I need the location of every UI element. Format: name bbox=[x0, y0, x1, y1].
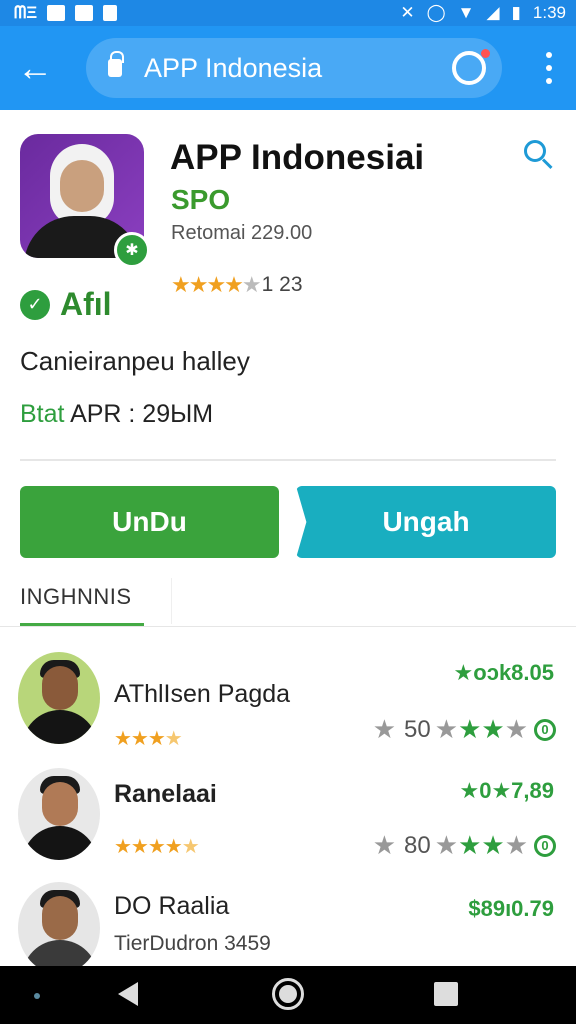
notification-icon-3 bbox=[103, 5, 118, 21]
star-gray-icon: ★ bbox=[504, 830, 528, 860]
avatar bbox=[18, 768, 100, 860]
wifi-icon: ▼ bbox=[457, 3, 475, 22]
search-icon[interactable] bbox=[524, 140, 554, 170]
verified-row: ✓ Afıl bbox=[20, 286, 112, 323]
verified-label: Afıl bbox=[60, 286, 112, 322]
review-price: $89ı0.79 bbox=[468, 896, 554, 921]
review-price: ★oɔk8.05 bbox=[453, 660, 554, 685]
status-bar: ᗰΞ ✕ ◯ ▼ ◢ ▮ 1:39 bbox=[0, 0, 576, 26]
check-circle-icon: ✓ bbox=[20, 289, 50, 320]
app-meta: Retomai 229.00 bbox=[171, 222, 313, 244]
reviewer-name: AThlIsen Pagda bbox=[114, 680, 291, 708]
badge-circle-icon: 0 bbox=[534, 718, 556, 741]
star-gray-icon: ★ bbox=[372, 830, 397, 860]
back-arrow-icon[interactable]: ← bbox=[0, 26, 70, 110]
rating-number: 50 bbox=[404, 715, 431, 743]
update-button[interactable]: Ungah bbox=[296, 486, 556, 558]
star-rating-icon: ★★★★ bbox=[114, 728, 183, 750]
tab-separator bbox=[150, 578, 172, 624]
rating-number: 80 bbox=[404, 831, 431, 859]
review-rating: ★ 80 ★ ★★ ★ 0 bbox=[373, 830, 556, 861]
nav-recents-icon[interactable] bbox=[434, 982, 458, 1006]
mute-icon: ✕ bbox=[400, 3, 415, 22]
url-text: APP Indonesia bbox=[144, 52, 323, 83]
download-button[interactable]: UnDu bbox=[20, 486, 279, 558]
developer-name[interactable]: SPO bbox=[171, 184, 230, 216]
tab-reviews[interactable]: INGHNNIS bbox=[20, 584, 132, 610]
star-gray-icon: ★ bbox=[372, 714, 397, 744]
battery-icon: ▮ bbox=[511, 3, 521, 22]
star-green-icon: ★★ bbox=[458, 714, 505, 744]
nav-home-icon[interactable] bbox=[272, 978, 304, 1010]
rating-row: ★★★★ ★ 1 23 bbox=[171, 272, 303, 298]
verified-badge-icon: ✱ bbox=[114, 232, 150, 268]
size-value: APR : 29ЫM bbox=[70, 400, 214, 428]
url-bar[interactable]: APP Indonesia bbox=[86, 38, 502, 98]
avatar bbox=[18, 652, 100, 744]
star-empty-icon: ★ bbox=[241, 272, 262, 297]
rating-count: 1 23 bbox=[261, 273, 303, 296]
star-rating-icon: ★★★★★ bbox=[114, 836, 200, 858]
more-options-icon[interactable] bbox=[546, 52, 552, 84]
notification-icon bbox=[47, 5, 66, 21]
size-key: Btat bbox=[20, 400, 65, 428]
divider bbox=[20, 459, 556, 461]
signal-icon: ◢ bbox=[486, 3, 500, 22]
review-price: ★0★7,89 bbox=[459, 778, 555, 803]
review-subtitle: TierDudron 3459 bbox=[114, 932, 271, 955]
star-green-icon: ★★ bbox=[458, 830, 505, 860]
app-title: APP Indonesiai bbox=[170, 138, 425, 177]
nav-back-icon[interactable] bbox=[118, 982, 138, 1006]
lock-icon bbox=[108, 51, 124, 77]
clock: 1:39 bbox=[532, 3, 566, 22]
star-gray-icon: ★ bbox=[434, 830, 459, 860]
tab-divider bbox=[0, 626, 576, 627]
browser-toolbar: ← APP Indonesia bbox=[0, 26, 576, 110]
app-size: Btat APR : 29ЫM bbox=[20, 400, 213, 429]
app-description: Canieiranpeu halley bbox=[20, 346, 250, 376]
nav-dot-icon bbox=[34, 993, 40, 999]
review-rating: ★ 50 ★ ★★ ★ 0 bbox=[373, 714, 556, 745]
badge-circle-icon: 0 bbox=[534, 834, 556, 857]
review-item[interactable]: AThlIsen Pagda ★★★★ ★oɔk8.05 ★ 50 ★ ★★ ★… bbox=[0, 652, 576, 762]
alarm-icon: ◯ bbox=[426, 3, 446, 22]
reviewer-name: Ranelaai bbox=[114, 780, 217, 808]
star-gray-icon: ★ bbox=[504, 714, 528, 744]
avatar bbox=[18, 882, 100, 974]
notification-icon-2 bbox=[75, 5, 94, 21]
shield-icon[interactable] bbox=[452, 49, 490, 85]
app-header: ✱ APP Indonesiai SPO Retomai 229.00 ★★★★… bbox=[0, 110, 576, 460]
star-rating-icon: ★★★★ bbox=[171, 272, 244, 297]
reviewer-name: DO Raalia bbox=[114, 892, 230, 920]
system-nav-bar bbox=[0, 966, 576, 1024]
status-left-text: ᗰΞ bbox=[14, 3, 38, 22]
star-gray-icon: ★ bbox=[434, 714, 459, 744]
review-item[interactable]: Ranelaai ★★★★★ ★0★7,89 ★ 80 ★ ★★ ★ 0 bbox=[0, 768, 576, 878]
